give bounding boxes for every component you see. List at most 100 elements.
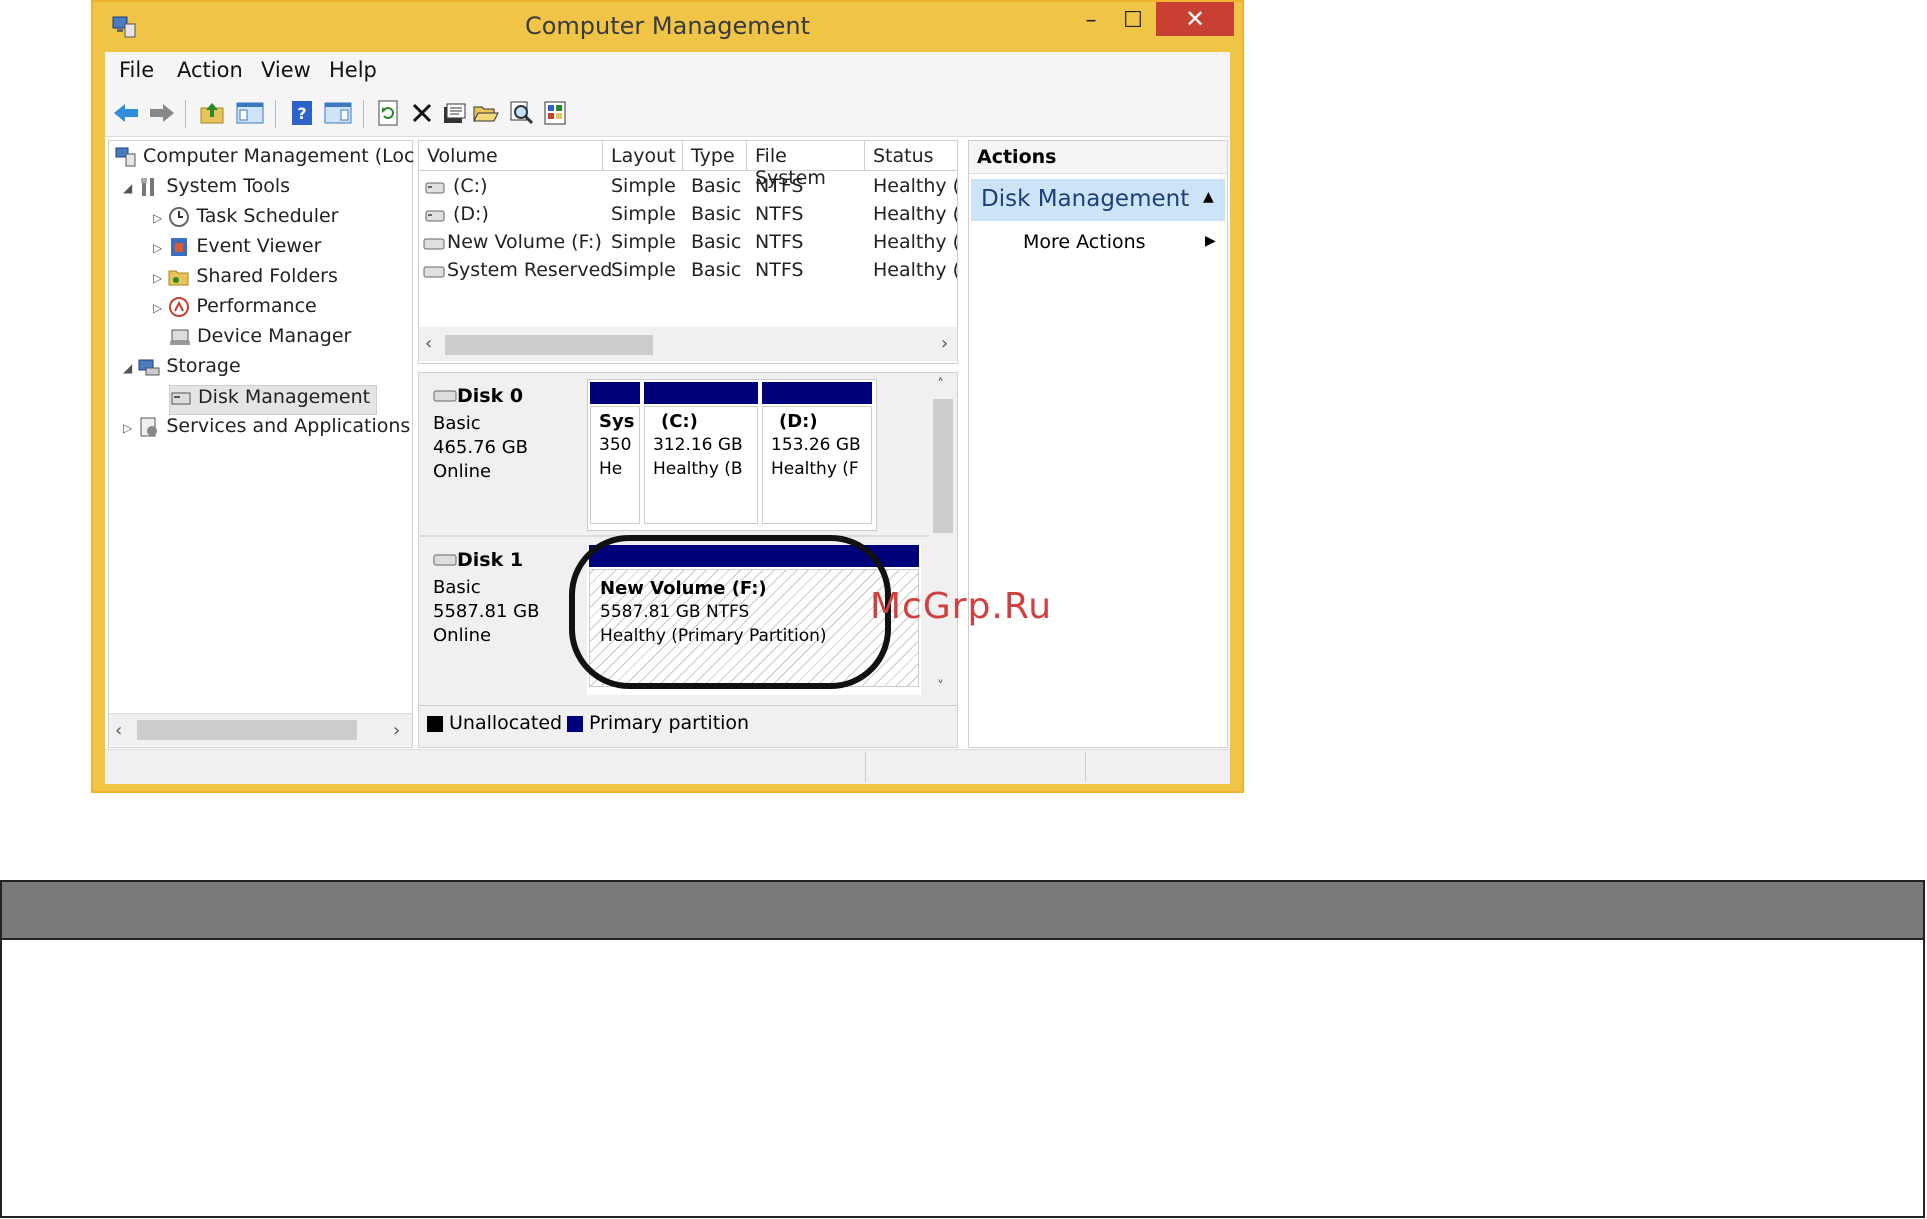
disk-1-info[interactable]: Disk 1 Basic 5587.81 GB Online xyxy=(419,539,585,701)
submenu-arrow-icon: ▶ xyxy=(1205,233,1216,249)
open-icon[interactable] xyxy=(471,98,501,128)
menu-file[interactable]: File xyxy=(119,58,154,82)
tree-item-shared-folders[interactable]: ▷ Shared Folders xyxy=(153,265,338,293)
menu-help[interactable]: Help xyxy=(329,58,377,82)
toolbar-separator xyxy=(363,100,364,128)
disk-type: Basic xyxy=(433,577,481,598)
scroll-right-icon[interactable]: › xyxy=(941,333,948,354)
help-icon[interactable]: ? xyxy=(287,98,317,128)
tree-item-storage[interactable]: ◢ Storage xyxy=(123,355,241,383)
scroll-down-icon[interactable]: ˅ xyxy=(937,679,944,695)
expand-arrow-icon[interactable]: ▷ xyxy=(153,241,162,255)
performance-icon xyxy=(168,296,190,318)
actions-section-disk-management[interactable]: Disk Management ▲ xyxy=(971,179,1225,221)
title-bar[interactable]: Computer Management – ☐ ✕ xyxy=(93,2,1242,52)
partition-system-reserved[interactable]: Sys 350 He xyxy=(590,382,640,526)
back-icon[interactable] xyxy=(111,98,141,128)
forward-icon[interactable] xyxy=(147,98,177,128)
cell-status: Healthy (F xyxy=(873,203,957,225)
scrollbar-thumb[interactable] xyxy=(933,399,953,533)
cell-type: Basic xyxy=(691,203,742,225)
scroll-left-icon[interactable]: ‹ xyxy=(115,720,122,741)
collapse-arrow-icon[interactable]: ◢ xyxy=(123,361,132,375)
more-actions-item[interactable]: More Actions ▶ xyxy=(971,227,1225,259)
tree-item-label: Services and Applications xyxy=(166,415,411,437)
disk-icon xyxy=(433,385,457,407)
console-tree-icon[interactable] xyxy=(235,98,265,128)
navigation-tree: Computer Management (Loc ◢ System Tools … xyxy=(108,140,414,748)
storage-icon xyxy=(138,356,160,378)
tree-item-device-manager[interactable]: Device Manager xyxy=(169,325,351,353)
properties-icon[interactable] xyxy=(439,98,469,128)
disk-0-title: Disk 0 xyxy=(433,385,523,407)
disk-vertical-scrollbar[interactable]: ˄ ˅ xyxy=(929,373,957,703)
collapse-arrow-icon[interactable]: ◢ xyxy=(123,181,132,195)
disk-0-partitions: Sys 350 He (C:) 312.16 GB Healthy (B (D:… xyxy=(587,379,877,531)
partition-body: Sys 350 He xyxy=(590,406,640,524)
partition-name: Sys xyxy=(599,411,635,432)
partition-size: 312.16 GB xyxy=(653,435,743,455)
tree-item-label: Storage xyxy=(166,355,241,377)
cell-volume: (D:) xyxy=(453,203,489,225)
partition-d[interactable]: (D:) 153.26 GB Healthy (F xyxy=(762,382,872,526)
up-folder-icon[interactable] xyxy=(197,98,227,128)
legend-bar: Unallocated Primary partition xyxy=(419,705,957,746)
cell-volume: New Volume (F:) xyxy=(447,231,602,253)
column-header-volume[interactable]: Volume xyxy=(419,141,603,171)
tree-item-label: Task Scheduler xyxy=(196,205,339,227)
tree-item-event-viewer[interactable]: ▷ Event Viewer xyxy=(153,235,321,263)
menu-action[interactable]: Action xyxy=(177,58,243,82)
toolbar-separator xyxy=(185,100,186,128)
minimize-button[interactable]: – xyxy=(1071,6,1111,36)
drive-icon xyxy=(425,207,445,226)
table-row[interactable]: (D:) Simple Basic NTFS Healthy (F xyxy=(419,201,957,229)
cell-type: Basic xyxy=(691,259,742,281)
menu-view[interactable]: View xyxy=(261,58,311,82)
scroll-up-icon[interactable]: ˄ xyxy=(937,377,944,393)
disk-0-info[interactable]: Disk 0 Basic 465.76 GB Online xyxy=(419,373,585,535)
volume-horizontal-scrollbar[interactable]: ‹ › xyxy=(419,327,957,361)
close-button[interactable]: ✕ xyxy=(1156,2,1234,36)
expand-arrow-icon[interactable]: ▷ xyxy=(153,301,162,315)
expand-arrow-icon[interactable]: ▷ xyxy=(153,271,162,285)
expand-arrow-icon[interactable]: ▷ xyxy=(153,211,162,225)
collapse-up-icon[interactable]: ▲ xyxy=(1203,189,1214,205)
cell-file-system: NTFS xyxy=(755,203,804,225)
partition-status: Healthy (B xyxy=(653,459,743,479)
table-row[interactable]: System Reserved Simple Basic NTFS Health… xyxy=(419,257,957,285)
cell-layout: Simple xyxy=(611,203,676,225)
column-header-status[interactable]: Status xyxy=(865,141,957,171)
expand-arrow-icon[interactable]: ▷ xyxy=(123,421,132,435)
delete-icon[interactable] xyxy=(407,98,437,128)
search-icon[interactable] xyxy=(507,98,537,128)
tree-item-services-and-applications[interactable]: ▷ Services and Applications xyxy=(123,415,410,443)
tree-root[interactable]: Computer Management (Loc xyxy=(115,145,414,173)
scrollbar-thumb[interactable] xyxy=(137,720,357,740)
table-row[interactable]: (C:) Simple Basic NTFS Healthy (E xyxy=(419,173,957,201)
tree-item-task-scheduler[interactable]: ▷ Task Scheduler xyxy=(153,205,339,233)
column-header-layout[interactable]: Layout xyxy=(603,141,683,171)
table-row[interactable]: New Volume (F:) Simple Basic NTFS Health… xyxy=(419,229,957,257)
column-header-type[interactable]: Type xyxy=(683,141,747,171)
refresh-icon[interactable] xyxy=(373,98,403,128)
settings-icon[interactable] xyxy=(541,98,571,128)
cell-layout: Simple xyxy=(611,175,676,197)
partition-c[interactable]: (C:) 312.16 GB Healthy (B xyxy=(644,382,758,526)
scroll-left-icon[interactable]: ‹ xyxy=(425,333,432,354)
tree-item-system-tools[interactable]: ◢ System Tools xyxy=(123,175,290,203)
tree-item-performance[interactable]: ▷ Performance xyxy=(153,295,317,323)
action-pane-icon[interactable] xyxy=(323,98,353,128)
tree-item-disk-management[interactable]: Disk Management xyxy=(169,385,378,415)
tree-item-label: Device Manager xyxy=(197,325,352,347)
caption-panel-header xyxy=(2,882,1923,940)
cell-volume: (C:) xyxy=(453,175,488,197)
disk-size: 465.76 GB xyxy=(433,437,529,458)
maximize-button[interactable]: ☐ xyxy=(1113,6,1153,36)
drive-icon xyxy=(423,235,445,254)
partition-status: Healthy (F xyxy=(771,459,859,479)
cell-type: Basic xyxy=(691,175,742,197)
scroll-right-icon[interactable]: › xyxy=(393,720,400,741)
scrollbar-thumb[interactable] xyxy=(445,335,653,355)
tree-horizontal-scrollbar[interactable]: ‹ › xyxy=(109,713,412,746)
column-header-file-system[interactable]: File System xyxy=(747,141,865,189)
